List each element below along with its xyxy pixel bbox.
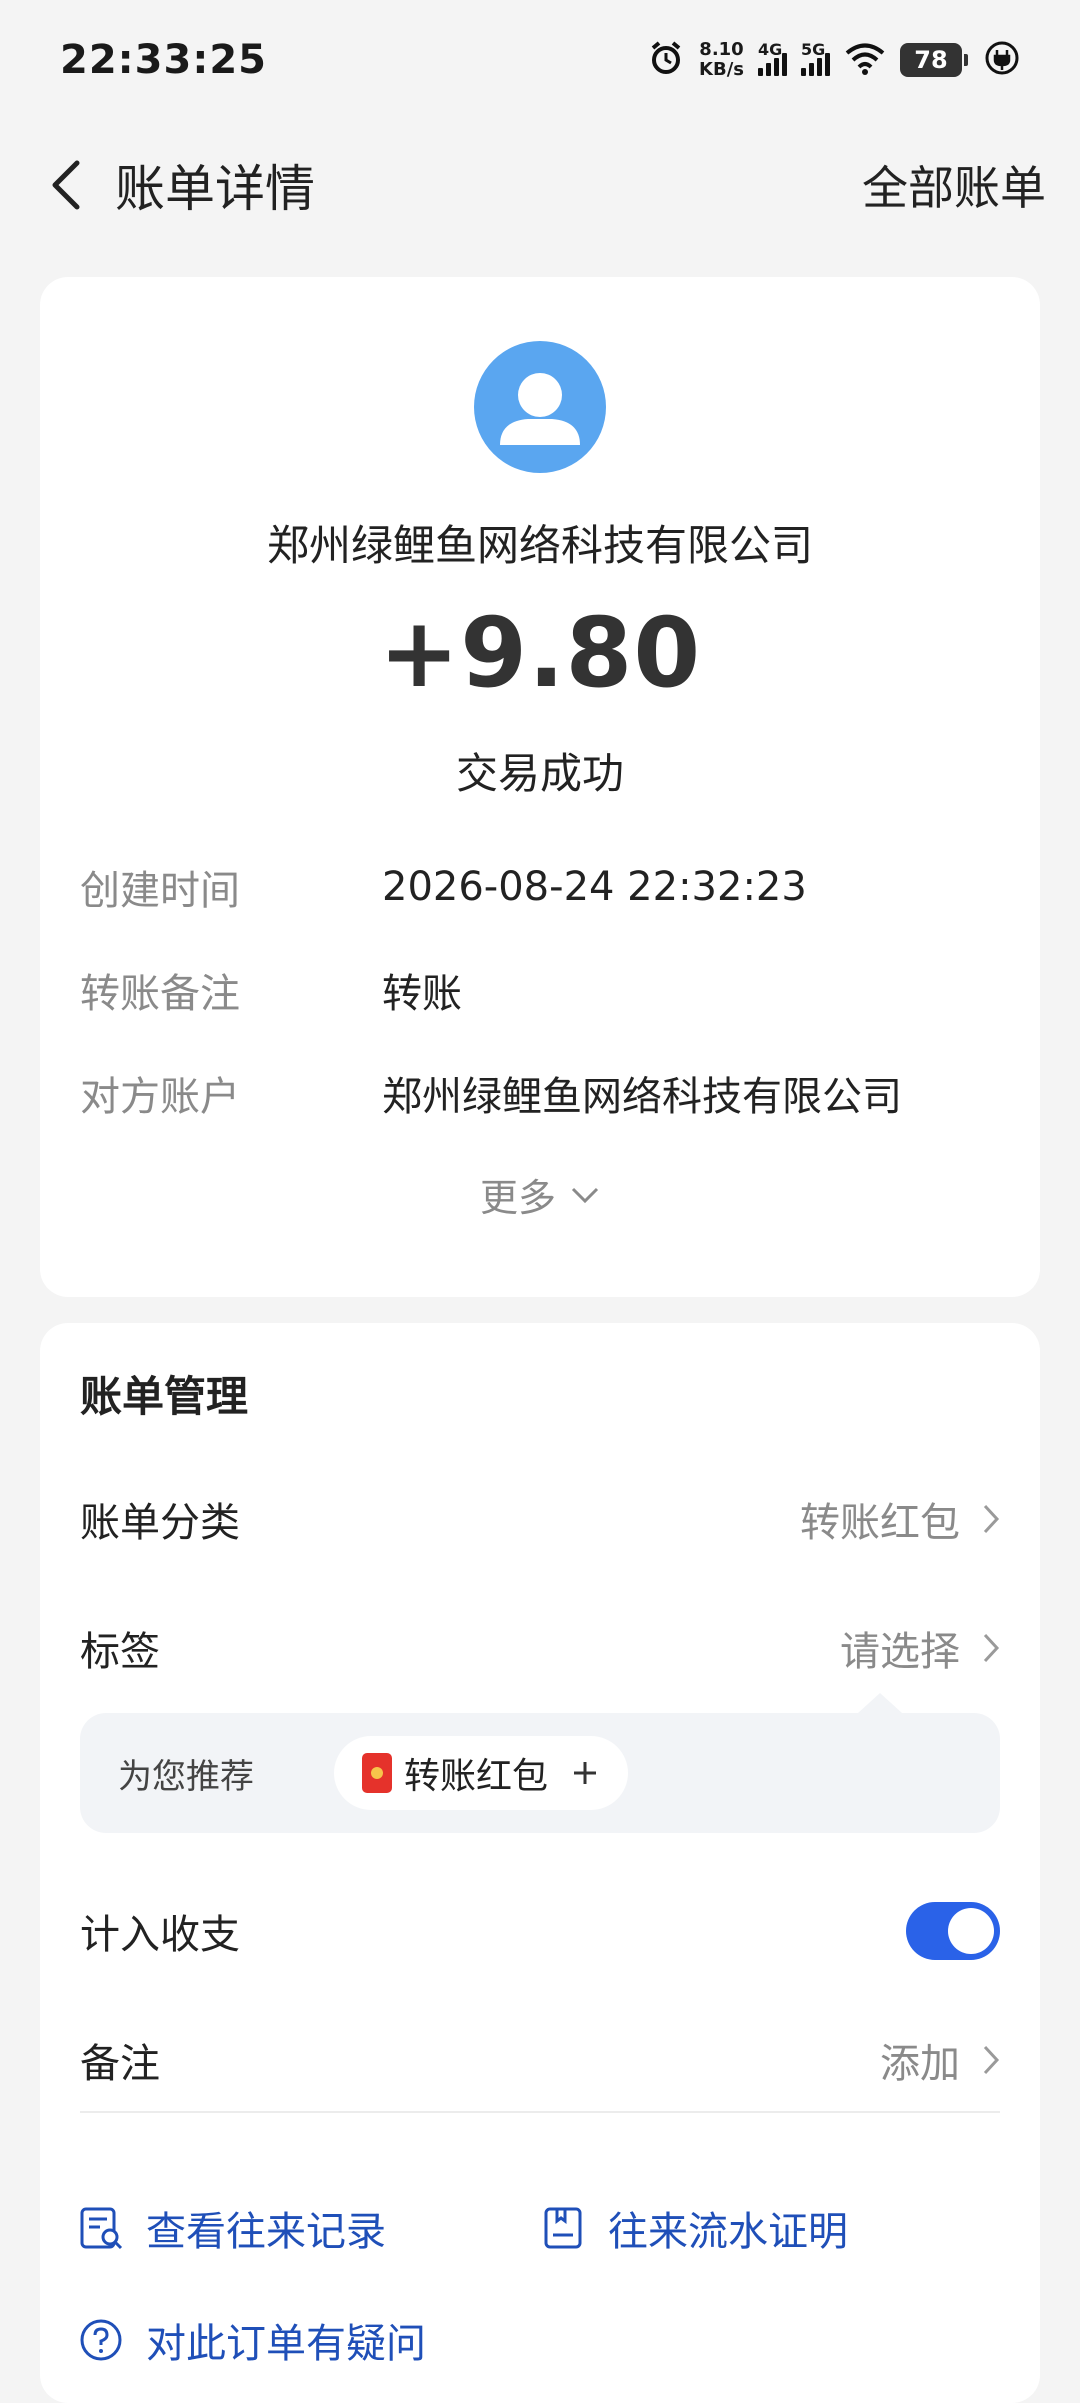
order-question-link[interactable]: 对此订单有疑问 xyxy=(78,2311,426,2369)
chevron-right-icon xyxy=(983,2045,1000,2075)
signal-5g-icon: 5G xyxy=(801,40,830,76)
avatar xyxy=(474,341,606,473)
red-envelope-icon xyxy=(362,1753,392,1793)
app-header: 账单详情 全部账单 xyxy=(0,135,1080,235)
detail-label: 对方账户 xyxy=(80,1074,240,1120)
user-icon xyxy=(500,373,580,445)
count-in-balance-row: 计入收支 xyxy=(80,1891,1000,1971)
chevron-down-icon xyxy=(571,1187,599,1203)
detail-row-created-time: 创建时间 2026-08-24 22:32:23 xyxy=(80,857,1000,917)
statement-proof-link[interactable]: 往来流水证明 xyxy=(540,2199,848,2257)
signal-4g-icon: 4G xyxy=(758,40,787,76)
remark-label: 备注 xyxy=(80,2041,160,2087)
charging-icon xyxy=(984,40,1020,80)
view-history-link[interactable]: 查看往来记录 xyxy=(78,2199,386,2257)
record-search-icon xyxy=(78,2205,124,2251)
document-icon xyxy=(540,2205,586,2251)
category-label: 账单分类 xyxy=(80,1500,240,1546)
transaction-summary-card: 郑州绿鲤鱼网络科技有限公司 +9.80 交易成功 创建时间 2026-08-24… xyxy=(40,277,1040,1297)
category-value: 转账红包 xyxy=(800,1500,960,1546)
question-icon xyxy=(78,2317,124,2363)
bill-category-row[interactable]: 账单分类 转账红包 xyxy=(80,1479,1000,1559)
remark-value: 添加 xyxy=(880,2041,960,2087)
page-title: 账单详情 xyxy=(115,160,315,218)
battery-icon: 78 xyxy=(900,43,968,77)
detail-label: 创建时间 xyxy=(80,868,240,914)
wifi-icon xyxy=(844,41,886,79)
recommend-label: 为您推荐 xyxy=(118,1756,254,1797)
status-icons: 8.10 KB/s 4G 5G 78 xyxy=(647,39,1020,81)
count-label: 计入收支 xyxy=(80,1912,240,1958)
detail-value: 转账 xyxy=(382,971,462,1017)
tag-row[interactable]: 标签 请选择 xyxy=(80,1608,1000,1688)
link-label: 往来流水证明 xyxy=(608,2209,848,2255)
bill-management-card: 账单管理 账单分类 转账红包 标签 请选择 为您推荐 转账红包 计入收支 备注 … xyxy=(40,1323,1040,2403)
link-label: 对此订单有疑问 xyxy=(146,2321,426,2367)
chip-label: 转账红包 xyxy=(404,1756,549,1797)
recommended-tag-chip[interactable]: 转账红包 xyxy=(334,1736,629,1810)
divider xyxy=(80,2111,1000,2113)
status-bar: 22:33:25 8.10 KB/s 4G 5G 78 xyxy=(0,0,1080,120)
detail-value: 2026-08-24 22:32:23 xyxy=(382,864,807,910)
detail-label: 转账备注 xyxy=(80,971,240,1017)
tag-label: 标签 xyxy=(80,1629,160,1675)
detail-row-remark: 转账备注 转账 xyxy=(80,960,1000,1020)
tag-recommendation-box: 为您推荐 转账红包 xyxy=(80,1693,1000,1833)
transaction-status: 交易成功 xyxy=(455,749,624,798)
status-time: 22:33:25 xyxy=(60,37,267,83)
back-button[interactable] xyxy=(38,157,94,213)
chevron-right-icon xyxy=(983,1504,1000,1534)
network-speed: 8.10 KB/s xyxy=(699,39,744,80)
alarm-icon xyxy=(647,39,685,81)
detail-row-counterparty: 对方账户 郑州绿鲤鱼网络科技有限公司 xyxy=(80,1063,1000,1123)
chevron-right-icon xyxy=(983,1633,1000,1663)
detail-value: 郑州绿鲤鱼网络科技有限公司 xyxy=(382,1074,902,1120)
more-button[interactable]: 更多 xyxy=(40,1167,1040,1222)
plus-icon xyxy=(574,1762,597,1784)
merchant-name: 郑州绿鲤鱼网络科技有限公司 xyxy=(266,521,813,570)
link-label: 查看往来记录 xyxy=(146,2209,386,2255)
count-toggle[interactable] xyxy=(906,1902,1000,1960)
remark-row[interactable]: 备注 添加 xyxy=(80,2020,1000,2100)
section-title: 账单管理 xyxy=(80,1372,249,1421)
chevron-left-icon xyxy=(52,160,80,210)
all-bills-link[interactable]: 全部账单 xyxy=(862,152,1046,218)
transaction-amount: +9.80 xyxy=(378,597,702,709)
tag-value: 请选择 xyxy=(840,1629,960,1675)
